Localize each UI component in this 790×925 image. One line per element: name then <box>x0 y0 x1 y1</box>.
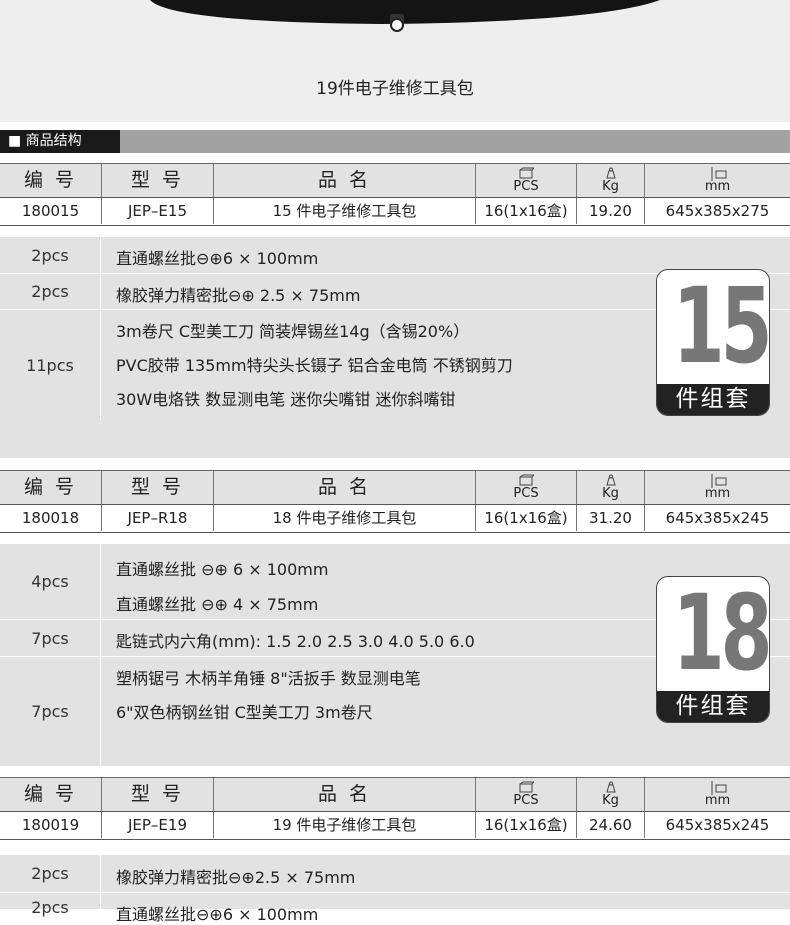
contents-row: 2pcs 橡胶弹力精密批⊖⊕2.5 × 75mm <box>0 855 790 893</box>
header-model: 型 号 <box>102 471 214 504</box>
row-desc: 橡胶弹力精密批⊖⊕2.5 × 75mm <box>116 868 356 887</box>
header-pcs: PCS <box>476 164 577 197</box>
cell-kg: 31.20 <box>577 505 645 531</box>
contents-block-1: 2pcs 直通螺丝批⊖⊕6 × 100mm 2pcs 橡胶弹力精密批⊖⊕ 2.5… <box>0 237 790 458</box>
contents-block-2: 4pcs 直通螺丝批 ⊖⊕ 6 × 100mm 直通螺丝批 ⊖⊕ 4 × 75m… <box>0 544 790 766</box>
cell-code: 180018 <box>0 505 102 531</box>
cell-name: 19 件电子维修工具包 <box>214 812 476 838</box>
product-photo <box>0 0 790 122</box>
cell-size: 645x385x275 <box>665 202 770 220</box>
spec-table-row: 180019 JEP–E19 19 件电子维修工具包 16(1x16盒) 24.… <box>0 811 790 840</box>
row-desc: 直通螺丝批 ⊖⊕ 4 × 75mm <box>116 595 319 614</box>
cell-name: 15 件电子维修工具包 <box>214 198 476 224</box>
header-code: 编 号 <box>0 164 102 197</box>
badge-label: 件组套 <box>657 384 769 415</box>
weight-icon <box>605 474 616 486</box>
header-code: 编 号 <box>0 471 102 504</box>
header-name: 品 名 <box>214 164 476 197</box>
header-mm: mm <box>645 471 790 504</box>
header-mm: mm <box>645 778 790 811</box>
header-mm: mm <box>645 164 790 197</box>
spec-table-header: 编 号 型 号 品 名 PCS Kg mm <box>0 777 790 811</box>
cell-kg: 19.20 <box>577 198 645 224</box>
cell-model: JEP–E15 <box>102 198 214 224</box>
header-kg: Kg <box>577 778 645 811</box>
section-title: ■ 商品结构 <box>0 130 120 153</box>
row-desc: 30W电烙铁 数显测电笔 迷你尖嘴钳 迷你斜嘴钳 <box>116 390 456 409</box>
set-count-badge: 15 件组套 <box>656 269 770 416</box>
cell-kg: 24.60 <box>577 812 645 838</box>
header-name: 品 名 <box>214 471 476 504</box>
header-model: 型 号 <box>102 164 214 197</box>
row-desc: 匙链式内六角(mm): 1.5 2.0 2.5 3.0 4.0 5.0 6.0 <box>116 632 475 651</box>
cell-name: 18 件电子维修工具包 <box>214 505 476 531</box>
spec-table-header: 编 号 型 号 品 名 PCS Kg mm <box>0 470 790 504</box>
row-qty: 2pcs <box>0 893 101 923</box>
header-kg: Kg <box>577 471 645 504</box>
header-kg: Kg <box>577 164 645 197</box>
contents-block-3: 2pcs 橡胶弹力精密批⊖⊕2.5 × 75mm 2pcs 直通螺丝批⊖⊕6 ×… <box>0 855 790 924</box>
row-desc: 橡胶弹力精密批⊖⊕ 2.5 × 75mm <box>116 286 361 305</box>
row-desc: 3m卷尺 C型美工刀 简装焊锡丝14g（含锡20%） <box>116 322 470 341</box>
cell-code: 180019 <box>0 812 102 838</box>
badge-label: 件组套 <box>657 691 769 722</box>
cell-pcs: 16(1x16盒) <box>476 198 577 224</box>
header-name: 品 名 <box>214 778 476 811</box>
row-desc: PVC胶带 135mm特尖头长镊子 铝合金电筒 不锈钢剪刀 <box>116 356 513 375</box>
product-caption: 19件电子维修工具包 <box>316 79 474 99</box>
weight-icon <box>605 781 616 793</box>
row-qty: 2pcs <box>0 855 101 892</box>
cell-code: 180015 <box>0 198 102 224</box>
row-qty: 11pcs <box>0 310 101 420</box>
cell-size: 645x385x245 <box>665 816 770 834</box>
box-icon <box>519 781 534 793</box>
spec-table-header: 编 号 型 号 品 名 PCS Kg mm <box>0 163 790 197</box>
contents-row: 2pcs 直通螺丝批⊖⊕6 × 100mm <box>0 893 790 924</box>
header-pcs: PCS <box>476 471 577 504</box>
row-desc: 塑柄锯弓 木柄羊角锤 8"活扳手 数显测电笔 <box>116 669 421 688</box>
spec-table-row: 180018 JEP–R18 18 件电子维修工具包 16(1x16盒) 31.… <box>0 504 790 533</box>
box-icon <box>519 167 534 179</box>
cell-pcs: 16(1x16盒) <box>476 505 577 531</box>
badge-number: 15 <box>672 269 769 387</box>
cell-model: JEP–R18 <box>102 505 214 531</box>
cell-pcs: 16(1x16盒) <box>476 812 577 838</box>
tool-bag-image <box>150 0 660 32</box>
weight-icon <box>605 167 616 179</box>
header-pcs: PCS <box>476 778 577 811</box>
row-qty: 2pcs <box>0 237 101 273</box>
row-qty: 7pcs <box>0 620 101 656</box>
set-count-badge: 18 件组套 <box>656 576 770 723</box>
header-code: 编 号 <box>0 778 102 811</box>
box-icon <box>519 474 534 486</box>
badge-number: 18 <box>672 576 769 694</box>
row-qty: 4pcs <box>0 544 101 619</box>
row-qty: 7pcs <box>0 657 101 766</box>
row-desc: 直通螺丝批⊖⊕6 × 100mm <box>116 249 319 268</box>
row-desc: 直通螺丝批 ⊖⊕ 6 × 100mm <box>116 560 329 579</box>
row-desc: 6"双色柄钢丝钳 C型美工刀 3m卷尺 <box>116 703 373 722</box>
cell-size: 645x385x245 <box>665 509 770 527</box>
row-qty: 2pcs <box>0 274 101 309</box>
row-desc: 直通螺丝批⊖⊕6 × 100mm <box>116 905 319 924</box>
cell-model: JEP–E19 <box>102 812 214 838</box>
section-header-bar: ■ 商品结构 <box>0 130 790 153</box>
header-model: 型 号 <box>102 778 214 811</box>
spec-table-row: 180015 JEP–E15 15 件电子维修工具包 16(1x16盒) 19.… <box>0 197 790 226</box>
